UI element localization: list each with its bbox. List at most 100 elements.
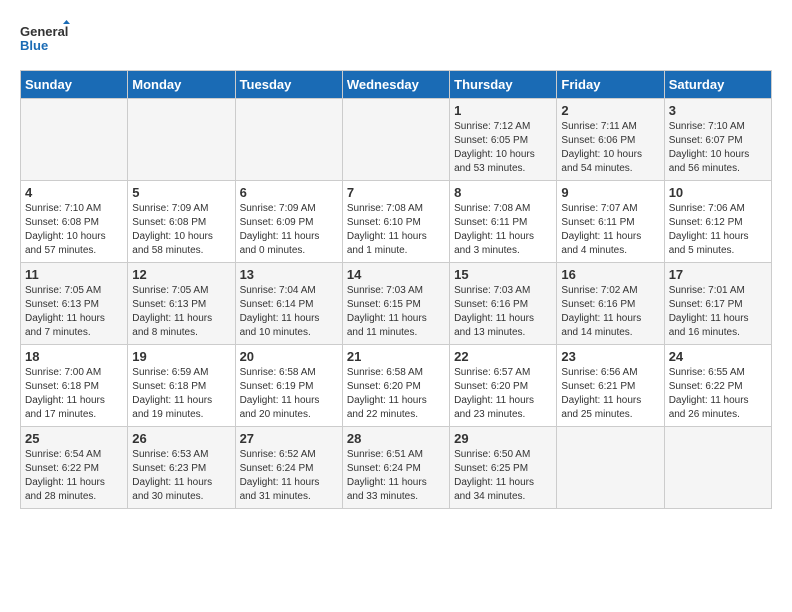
calendar-body: 1Sunrise: 7:12 AM Sunset: 6:05 PM Daylig… <box>21 99 772 509</box>
day-info: Sunrise: 6:58 AM Sunset: 6:20 PM Dayligh… <box>347 366 445 422</box>
day-info: Sunrise: 7:02 AM Sunset: 6:16 PM Dayligh… <box>561 284 659 340</box>
day-number: 18 <box>25 349 123 364</box>
day-number: 13 <box>240 267 338 282</box>
day-header-saturday: Saturday <box>664 71 771 99</box>
day-info: Sunrise: 7:11 AM Sunset: 6:06 PM Dayligh… <box>561 120 659 176</box>
calendar-cell: 15 Sunrise: 7:03 AM Sunset: 6:16 PM Dayli… <box>450 263 557 345</box>
calendar-cell: 12 Sunrise: 7:05 AM Sunset: 6:13 PM Dayli… <box>128 263 235 345</box>
day-number: 6 <box>240 185 338 200</box>
day-info: Sunrise: 6:58 AM Sunset: 6:19 PM Dayligh… <box>240 366 338 422</box>
day-number: 12 <box>132 267 230 282</box>
calendar-cell: 27 Sunrise: 6:52 AM Sunset: 6:24 PM Dayli… <box>235 427 342 509</box>
day-info: Sunrise: 7:06 AM Sunset: 6:12 PM Dayligh… <box>669 202 767 258</box>
day-header-monday: Monday <box>128 71 235 99</box>
calendar-cell <box>235 99 342 181</box>
calendar-cell: 6 Sunrise: 7:09 AM Sunset: 6:09 PM Daylig… <box>235 181 342 263</box>
svg-text:Blue: Blue <box>20 38 48 53</box>
svg-text:General: General <box>20 24 68 39</box>
calendar-cell: 17 Sunrise: 7:01 AM Sunset: 6:17 PM Dayli… <box>664 263 771 345</box>
day-number: 25 <box>25 431 123 446</box>
day-info: Sunrise: 7:03 AM Sunset: 6:15 PM Dayligh… <box>347 284 445 340</box>
day-info: Sunrise: 7:07 AM Sunset: 6:11 PM Dayligh… <box>561 202 659 258</box>
day-number: 15 <box>454 267 552 282</box>
calendar-cell: 5 Sunrise: 7:09 AM Sunset: 6:08 PM Daylig… <box>128 181 235 263</box>
day-header-tuesday: Tuesday <box>235 71 342 99</box>
calendar-cell: 23 Sunrise: 6:56 AM Sunset: 6:21 PM Dayli… <box>557 345 664 427</box>
calendar-cell: 8Sunrise: 7:08 AM Sunset: 6:11 PM Daylig… <box>450 181 557 263</box>
week-row-1: 4 Sunrise: 7:10 AM Sunset: 6:08 PM Daylig… <box>21 181 772 263</box>
day-info: Sunrise: 7:05 AM Sunset: 6:13 PM Dayligh… <box>132 284 230 340</box>
day-header-thursday: Thursday <box>450 71 557 99</box>
day-info: Sunrise: 6:54 AM Sunset: 6:22 PM Dayligh… <box>25 448 123 504</box>
calendar-cell: 19Sunrise: 6:59 AM Sunset: 6:18 PM Dayli… <box>128 345 235 427</box>
day-number: 26 <box>132 431 230 446</box>
day-number: 21 <box>347 349 445 364</box>
day-info: Sunrise: 6:51 AM Sunset: 6:24 PM Dayligh… <box>347 448 445 504</box>
calendar-cell <box>342 99 449 181</box>
day-info: Sunrise: 7:04 AM Sunset: 6:14 PM Dayligh… <box>240 284 338 340</box>
day-info: Sunrise: 6:50 AM Sunset: 6:25 PM Dayligh… <box>454 448 552 504</box>
day-number: 11 <box>25 267 123 282</box>
week-row-4: 25 Sunrise: 6:54 AM Sunset: 6:22 PM Dayli… <box>21 427 772 509</box>
day-info: Sunrise: 7:10 AM Sunset: 6:07 PM Dayligh… <box>669 120 767 176</box>
day-number: 24 <box>669 349 767 364</box>
day-header-sunday: Sunday <box>21 71 128 99</box>
calendar-cell: 2 Sunrise: 7:11 AM Sunset: 6:06 PM Daylig… <box>557 99 664 181</box>
header: General Blue <box>20 20 772 60</box>
day-number: 17 <box>669 267 767 282</box>
week-row-2: 11 Sunrise: 7:05 AM Sunset: 6:13 PM Dayli… <box>21 263 772 345</box>
calendar-cell: 21 Sunrise: 6:58 AM Sunset: 6:20 PM Dayli… <box>342 345 449 427</box>
calendar-cell <box>128 99 235 181</box>
day-number: 23 <box>561 349 659 364</box>
day-info: Sunrise: 6:57 AM Sunset: 6:20 PM Dayligh… <box>454 366 552 422</box>
day-number: 14 <box>347 267 445 282</box>
day-number: 9 <box>561 185 659 200</box>
calendar-cell: 18 Sunrise: 7:00 AM Sunset: 6:18 PM Dayli… <box>21 345 128 427</box>
day-number: 3 <box>669 103 767 118</box>
day-number: 19 <box>132 349 230 364</box>
day-info: Sunrise: 7:09 AM Sunset: 6:08 PM Dayligh… <box>132 202 230 258</box>
day-info: Sunrise: 6:56 AM Sunset: 6:21 PM Dayligh… <box>561 366 659 422</box>
logo-svg: General Blue <box>20 20 70 60</box>
day-number: 1 <box>454 103 552 118</box>
day-number: 20 <box>240 349 338 364</box>
day-info: Sunrise: 6:52 AM Sunset: 6:24 PM Dayligh… <box>240 448 338 504</box>
day-info: Sunrise: 7:03 AM Sunset: 6:16 PM Dayligh… <box>454 284 552 340</box>
calendar-table: SundayMondayTuesdayWednesdayThursdayFrid… <box>20 70 772 509</box>
calendar-cell: 9 Sunrise: 7:07 AM Sunset: 6:11 PM Daylig… <box>557 181 664 263</box>
week-row-0: 1Sunrise: 7:12 AM Sunset: 6:05 PM Daylig… <box>21 99 772 181</box>
day-info: Sunrise: 6:53 AM Sunset: 6:23 PM Dayligh… <box>132 448 230 504</box>
calendar-cell <box>21 99 128 181</box>
calendar-cell: 16 Sunrise: 7:02 AM Sunset: 6:16 PM Dayli… <box>557 263 664 345</box>
day-header-wednesday: Wednesday <box>342 71 449 99</box>
day-number: 2 <box>561 103 659 118</box>
calendar-cell: 24 Sunrise: 6:55 AM Sunset: 6:22 PM Dayli… <box>664 345 771 427</box>
day-number: 4 <box>25 185 123 200</box>
day-info: Sunrise: 7:01 AM Sunset: 6:17 PM Dayligh… <box>669 284 767 340</box>
day-number: 7 <box>347 185 445 200</box>
calendar-cell: 14 Sunrise: 7:03 AM Sunset: 6:15 PM Dayli… <box>342 263 449 345</box>
calendar-cell: 22 Sunrise: 6:57 AM Sunset: 6:20 PM Dayli… <box>450 345 557 427</box>
calendar-cell: 20 Sunrise: 6:58 AM Sunset: 6:19 PM Dayli… <box>235 345 342 427</box>
calendar-cell: 28Sunrise: 6:51 AM Sunset: 6:24 PM Dayli… <box>342 427 449 509</box>
day-number: 27 <box>240 431 338 446</box>
day-info: Sunrise: 7:09 AM Sunset: 6:09 PM Dayligh… <box>240 202 338 258</box>
calendar-cell: 26 Sunrise: 6:53 AM Sunset: 6:23 PM Dayli… <box>128 427 235 509</box>
calendar-cell: 25 Sunrise: 6:54 AM Sunset: 6:22 PM Dayli… <box>21 427 128 509</box>
day-number: 22 <box>454 349 552 364</box>
day-number: 10 <box>669 185 767 200</box>
day-info: Sunrise: 7:05 AM Sunset: 6:13 PM Dayligh… <box>25 284 123 340</box>
day-number: 5 <box>132 185 230 200</box>
day-number: 8 <box>454 185 552 200</box>
calendar-cell: 1Sunrise: 7:12 AM Sunset: 6:05 PM Daylig… <box>450 99 557 181</box>
calendar-cell: 3 Sunrise: 7:10 AM Sunset: 6:07 PM Daylig… <box>664 99 771 181</box>
logo: General Blue <box>20 20 70 60</box>
day-number: 16 <box>561 267 659 282</box>
day-info: Sunrise: 6:55 AM Sunset: 6:22 PM Dayligh… <box>669 366 767 422</box>
calendar-cell: 29 Sunrise: 6:50 AM Sunset: 6:25 PM Dayli… <box>450 427 557 509</box>
day-info: Sunrise: 7:08 AM Sunset: 6:10 PM Dayligh… <box>347 202 445 258</box>
calendar-cell: 7 Sunrise: 7:08 AM Sunset: 6:10 PM Daylig… <box>342 181 449 263</box>
day-info: Sunrise: 7:10 AM Sunset: 6:08 PM Dayligh… <box>25 202 123 258</box>
day-info: Sunrise: 7:00 AM Sunset: 6:18 PM Dayligh… <box>25 366 123 422</box>
day-number: 29 <box>454 431 552 446</box>
